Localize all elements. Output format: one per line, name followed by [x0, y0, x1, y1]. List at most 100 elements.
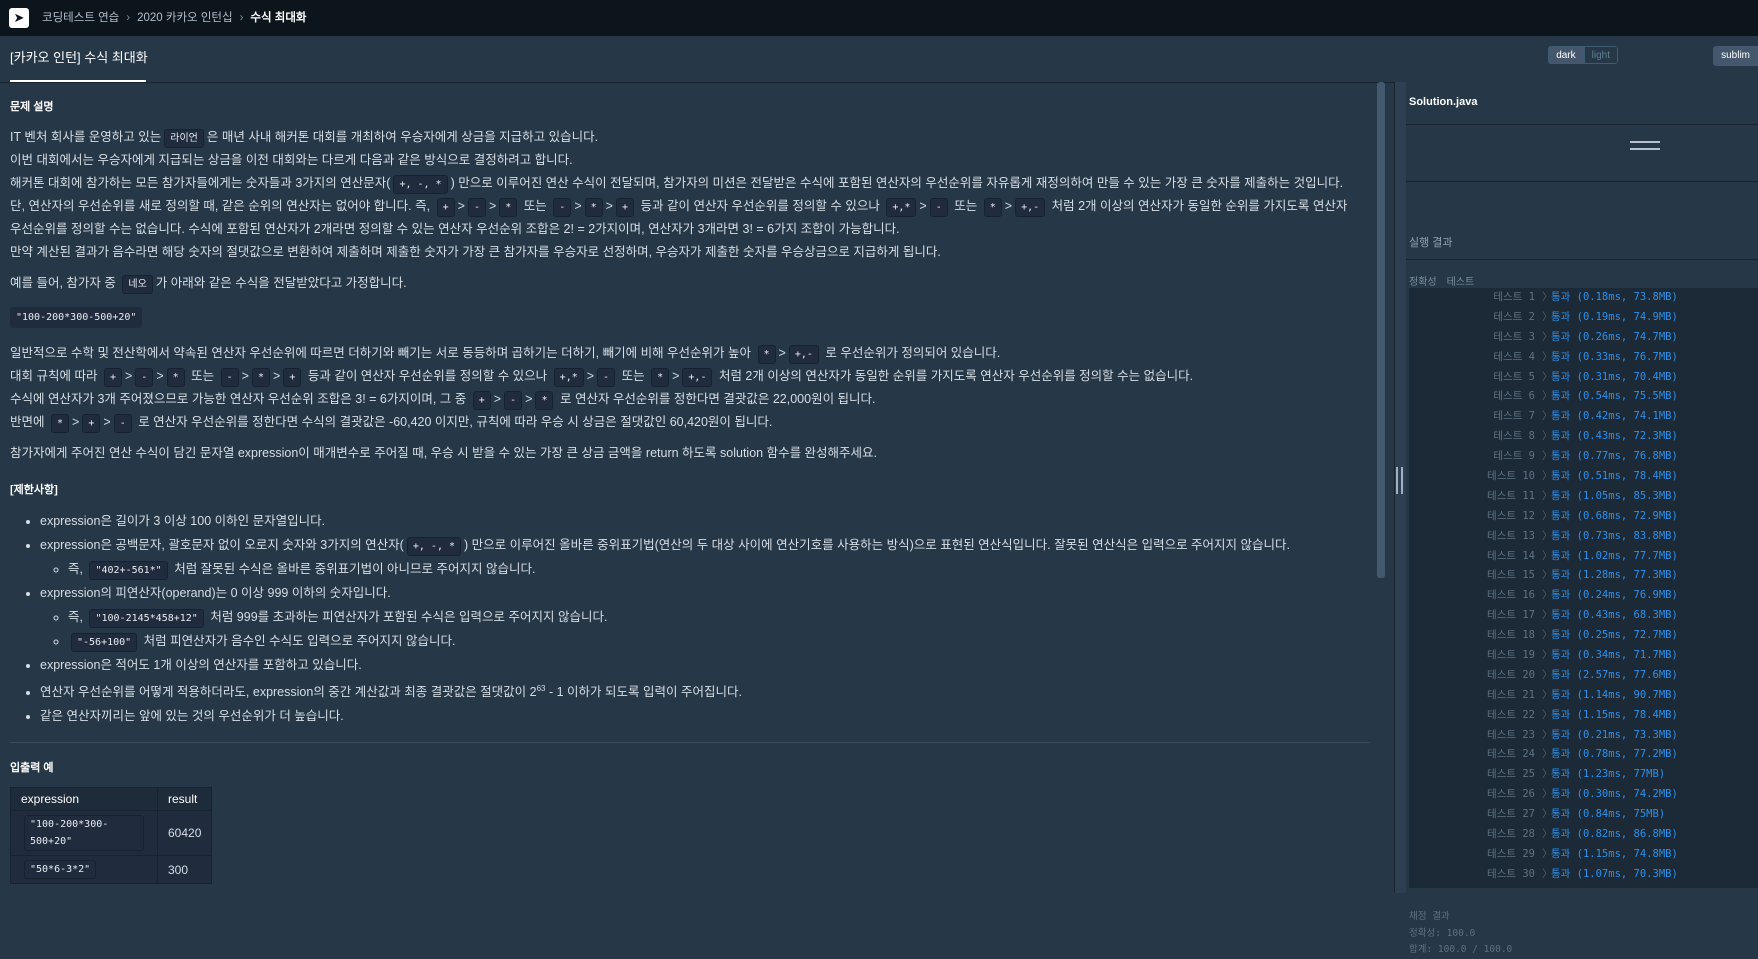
programmers-logo-icon[interactable]: ➤ — [9, 8, 29, 28]
breadcrumb-item-current: 수식 최대화 — [250, 12, 307, 24]
table-cell: 60420 — [156, 810, 213, 857]
description-scrollbar[interactable] — [1377, 82, 1385, 578]
test-result: 통과 (0.43ms, 72.3MB) — [1551, 430, 1678, 443]
tab-accuracy[interactable]: 정확성 — [1409, 277, 1437, 288]
result-subtabs: 정확성 테스트 — [1409, 273, 1484, 288]
test-result: 통과 (0.19ms, 74.9MB) — [1551, 310, 1678, 323]
table-header-expression: expression — [10, 787, 158, 812]
test-result: 통과 (0.82ms, 86.8MB) — [1551, 828, 1678, 841]
test-result-row: 테스트 13 〉 통과 (0.73ms, 83.8MB) — [1409, 527, 1758, 547]
test-result: 통과 (0.77ms, 76.8MB) — [1551, 450, 1678, 463]
list-item: 연산자 우선순위를 어떻게 적용하더라도, expression의 중간 계산값… — [40, 677, 1380, 704]
section-heading-constraints: [제한사항] — [10, 484, 58, 496]
table-cell: 300 — [156, 855, 213, 885]
grading-total: 합계: 100.0 / 100.0 — [1409, 944, 1513, 955]
list-item: "-56+100" 처럼 피연산자가 음수인 수식도 입력으로 주어지지 않습니… — [68, 629, 1380, 653]
test-result-row: 테스트 9 〉 통과 (0.77ms, 76.8MB) — [1409, 447, 1758, 467]
test-result: 통과 (0.31ms, 70.4MB) — [1551, 370, 1678, 383]
test-result: 통과 (0.78ms, 77.2MB) — [1551, 748, 1678, 761]
panel-resize-handle-icon[interactable] — [1630, 141, 1660, 150]
test-result-row: 테스트 30 〉 통과 (1.07ms, 70.3MB) — [1409, 865, 1758, 885]
test-result-row: 테스트 2 〉 통과 (0.19ms, 74.9MB) — [1409, 308, 1758, 328]
theme-light-button[interactable]: light — [1583, 46, 1618, 64]
tab-test[interactable]: 테스트 — [1447, 277, 1475, 288]
test-name: 테스트 27 — [1487, 808, 1535, 821]
chevron-right-icon: › — [126, 12, 131, 24]
drag-handle-icon[interactable] — [1396, 467, 1403, 494]
test-result: 통과 (0.18ms, 73.8MB) — [1551, 291, 1678, 303]
test-name: 테스트 3 — [1493, 330, 1535, 343]
editor-panel: Solution.java 실행 결과 정확성 테스트 테스트 1 〉 통과 (0.1… — [1406, 82, 1758, 955]
table-row: "50*6-3*2" 300 — [10, 855, 213, 885]
test-result-row: 테스트 11 〉 통과 (1.05ms, 85.3MB) — [1409, 487, 1758, 507]
test-result-row: 테스트 17 〉 통과 (0.43ms, 68.3MB) — [1409, 606, 1758, 626]
list-item: 즉, "100-2145*458+12" 처럼 999를 초과하는 피연산자가 … — [68, 605, 1380, 629]
test-name: 테스트 17 — [1487, 609, 1535, 622]
tab-run-result[interactable]: 실행 결과 — [1409, 234, 1453, 250]
io-example-table: expression result "100-200*300-500+20" 6… — [10, 787, 213, 885]
table-header-row: expression result — [10, 787, 213, 812]
test-result: 통과 (1.02ms, 77.7MB) — [1551, 549, 1678, 562]
test-result-row: 테스트 5 〉 통과 (0.31ms, 70.4MB) — [1409, 368, 1758, 388]
desc-paragraph: 만약 계산된 결과가 음수라면 해당 숫자의 절댓값으로 변환하여 제출하며 제… — [10, 245, 941, 259]
theme-toggle[interactable]: dark light — [1548, 46, 1618, 64]
test-result: 통과 (0.51ms, 78.4MB) — [1551, 470, 1678, 483]
test-name: 테스트 28 — [1487, 828, 1535, 841]
test-result-row: 테스트 1 〉 통과 (0.18ms, 73.8MB) — [1409, 288, 1758, 308]
desc-paragraph: 우선순위를 정의할 수는 없습니다. 수식에 포함된 연산자가 2개라면 정의할… — [10, 222, 900, 236]
list-item: 즉, "402+-561*" 처럼 잘못된 수식은 올바른 중위표기법이 아니므… — [68, 557, 1380, 581]
code-editor[interactable] — [1406, 125, 1758, 182]
desc-paragraph: 해커톤 대회에 참가하는 모든 참가자들에게는 숫자들과 3가지의 연산문자(+… — [10, 172, 1380, 195]
desc-paragraph: 단, 연산자의 우선순위를 새로 정의할 때, 같은 순위의 연산자는 없어야 … — [10, 195, 1380, 218]
test-name: 테스트 10 — [1487, 470, 1535, 483]
test-name: 테스트 5 — [1493, 370, 1535, 383]
table-cell: "100-200*300-500+20" — [10, 810, 158, 857]
test-result-row: 테스트 21 〉 통과 (1.14ms, 90.7MB) — [1409, 686, 1758, 706]
test-result-row: 테스트 10 〉 통과 (0.51ms, 78.4MB) — [1409, 467, 1758, 487]
test-result: 통과 (0.24ms, 76.9MB) — [1551, 589, 1678, 602]
breadcrumb-item-coding-test[interactable]: 코딩테스트 연습 — [42, 12, 119, 24]
test-result: 통과 (0.68ms, 72.9MB) — [1551, 509, 1678, 522]
test-name: 테스트 25 — [1487, 768, 1535, 781]
test-result-row: 테스트 16 〉 통과 (0.24ms, 76.9MB) — [1409, 586, 1758, 606]
test-result-row: 테스트 18 〉 통과 (0.25ms, 72.7MB) — [1409, 626, 1758, 646]
theme-dark-button[interactable]: dark — [1548, 46, 1584, 64]
test-name: 테스트 7 — [1493, 410, 1535, 423]
test-result-row: 테스트 23 〉 통과 (0.21ms, 73.3MB) — [1409, 726, 1758, 746]
challenge-title-bar: [카카오 인턴] 수식 최대화 dark light sublim — [0, 36, 1758, 83]
table-row: "100-200*300-500+20" 60420 — [10, 810, 213, 857]
constraints-list: expression은 길이가 3 이상 100 이하인 문자열입니다. exp… — [10, 509, 1380, 728]
desc-paragraph: 대회 규칙에 따라 + > - > * 또는 - > * > + 등과 같이 연산자 우선순위를… — [10, 365, 1380, 388]
test-result: 통과 (0.30ms, 74.2MB) — [1551, 788, 1678, 801]
test-result-row: 테스트 24 〉 통과 (0.78ms, 77.2MB) — [1409, 745, 1758, 765]
test-result: 통과 (0.73ms, 83.8MB) — [1551, 529, 1678, 542]
section-heading-description: 문제 설명 — [10, 101, 54, 113]
desc-paragraph: 이번 대회에서는 우승자에게 지급되는 상금을 이전 대회와는 다르게 다음과 … — [10, 153, 573, 167]
table-header-result: result — [156, 787, 213, 812]
breadcrumb-item-kakao-internship[interactable]: 2020 카카오 인턴십 — [137, 12, 232, 24]
test-result-row: 테스트 7 〉 통과 (0.42ms, 74.1MB) — [1409, 407, 1758, 427]
test-result-row: 테스트 22 〉 통과 (1.15ms, 78.4MB) — [1409, 706, 1758, 726]
test-name: 테스트 1 — [1493, 291, 1535, 303]
test-name: 테스트 9 — [1493, 450, 1535, 463]
list-item: expression은 공백문자, 괄호문자 없이 오로지 숫자와 3가지의 연… — [40, 533, 1380, 581]
test-result-row: 테스트 6 〉 통과 (0.54ms, 75.5MB) — [1409, 387, 1758, 407]
test-name: 테스트 24 — [1487, 748, 1535, 761]
test-result-row: 테스트 26 〉 통과 (0.30ms, 74.2MB) — [1409, 785, 1758, 805]
test-result-row: 테스트 12 〉 통과 (0.68ms, 72.9MB) — [1409, 507, 1758, 527]
test-result-row: 테스트 27 〉 통과 (0.84ms, 75MB) — [1409, 805, 1758, 825]
page-title: [카카오 인턴] 수식 최대화 — [10, 50, 148, 65]
test-name: 테스트 30 — [1487, 867, 1535, 880]
editor-file-tab[interactable]: Solution.java — [1406, 82, 1758, 125]
editor-theme-button[interactable]: sublim — [1713, 46, 1758, 66]
desc-paragraph: 참가자에게 주어진 연산 수식이 담긴 문자열 expression이 매개변수… — [10, 446, 878, 460]
divider — [10, 742, 1370, 744]
test-name: 테스트 13 — [1487, 529, 1535, 542]
test-result: 통과 (0.33ms, 76.7MB) — [1551, 350, 1678, 363]
test-name: 테스트 15 — [1487, 569, 1535, 582]
test-result: 통과 (1.15ms, 74.8MB) — [1551, 847, 1678, 860]
test-result-row: 테스트 19 〉 통과 (0.34ms, 71.7MB) — [1409, 646, 1758, 666]
test-result-row: 테스트 15 〉 통과 (1.28ms, 77.3MB) — [1409, 566, 1758, 586]
test-result-row: 테스트 3 〉 통과 (0.26ms, 74.7MB) — [1409, 328, 1758, 348]
test-name: 테스트 8 — [1493, 430, 1535, 443]
